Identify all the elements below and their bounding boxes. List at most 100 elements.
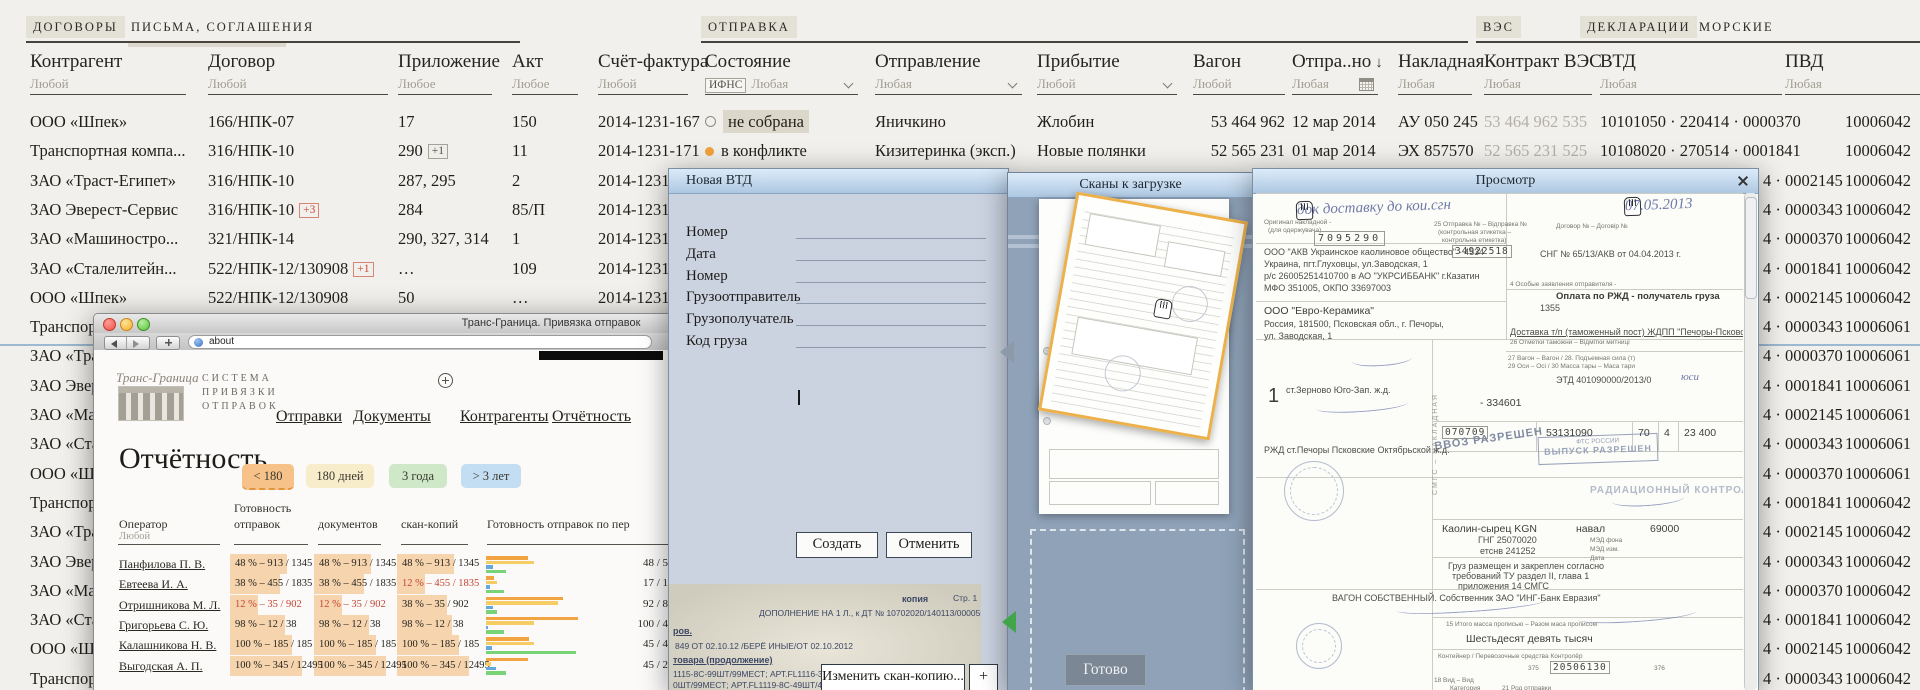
document-text: ЭТД 401090000/2013/0 [1556,375,1651,385]
column-filter[interactable]: Любой [30,76,186,95]
more-badge[interactable]: +1 [353,262,373,277]
document-text: ООО "АКВ Украинское каолиновое общество"… [1264,247,1484,257]
change-scan-button[interactable]: Изменить скан-копию... [821,664,965,690]
column-filter[interactable]: Любая [1398,76,1472,95]
tab-morskie[interactable]: МОРСКИЕ [1692,16,1781,38]
column-filter[interactable]: Любой [1193,76,1285,95]
chip-180-days[interactable]: 180 дней [306,464,374,488]
back-button[interactable] [111,340,117,348]
waybill-document: ФТС РОССИИ ВЫПУСК РАЗРЕШЕН док доставку … [1256,193,1743,690]
readiness-shipments: 100 % – 185 / 185 [235,639,312,650]
scan-text: Стр. 1 [953,593,977,603]
form-field[interactable]: Дата [669,244,1008,264]
field-input[interactable] [796,260,986,261]
sort-desc-icon[interactable]: ↓ [1375,55,1383,71]
column-filter[interactable]: Любая [1484,76,1592,95]
add-document-icon[interactable] [438,373,453,388]
chevron-down-icon[interactable] [1163,79,1173,89]
insert-scan-arrow-icon[interactable] [1002,611,1016,633]
form-field[interactable]: Грузоотправитель [669,287,1008,307]
period-bars [486,576,606,593]
cell-dogovor: 321/НПК-14 [208,229,294,248]
scans-to-upload-window: Сканы к загрузке Готово [1007,172,1254,690]
nav-otpravki[interactable]: Отправки [276,408,342,426]
column-label: Акт [512,51,543,72]
document-text: юси [1681,371,1699,383]
readiness-scans: 100 % – 345 / 12495 [402,660,490,671]
scrollbar-thumb[interactable] [1745,197,1757,299]
column-header: Прибытие Любой [1037,50,1177,95]
form-field[interactable]: Код груза [669,331,1008,351]
add-scan-button[interactable]: + [969,664,998,690]
chip-3-years[interactable]: 3 года [389,464,447,488]
nav-otchetnost[interactable]: Отчётность [552,408,631,426]
field-input[interactable] [796,347,986,348]
operator-link[interactable]: Панфилова П. В. [119,557,205,572]
form-field[interactable]: Номер [669,222,1008,242]
operator-link[interactable]: Евтеева И. А. [119,577,188,592]
more-badge[interactable]: +1 [428,144,448,159]
nav-dokumenty[interactable]: Документы [353,408,431,426]
nav-kontragenty[interactable]: Контрагенты [460,408,548,426]
column-filter[interactable]: Любая [1785,76,1920,95]
column-filter[interactable]: ИФНСЛюбая [705,76,858,95]
document-text: Договор № – Договір № [1556,223,1628,230]
column-filter[interactable]: Любая [1292,76,1378,95]
field-input[interactable] [796,238,986,239]
url-field[interactable]: about [188,335,652,349]
column-label: Отправление [875,51,981,72]
table-row[interactable]: ООО «Шпек» 166/НПК-07 17 150 2014-1231-1… [0,107,1920,136]
operator-link[interactable]: Григорьева С. Ю. [119,618,208,633]
readiness-documents: 100 % – 345 / 12495 [319,660,407,671]
create-button[interactable]: Создать [796,532,878,558]
operator-link[interactable]: Выгодская А. П. [119,659,203,674]
form-field[interactable]: Грузополучатель [669,309,1008,329]
readiness-documents: 98 % – 12 / 38 [319,619,381,630]
cell-akt: 2 [512,166,596,195]
operator-link[interactable]: Калашникова Н. В. [119,638,216,653]
cell-otpravleno-date: 12 мар 2014 [1292,107,1396,136]
chip-more-3-years[interactable]: > 3 лет [461,464,521,488]
operator-link[interactable]: Отришникова М. Л. [119,598,220,613]
column-filter[interactable]: Любое [398,76,492,95]
collapse-arrow-icon[interactable] [1000,341,1014,363]
cancel-button[interactable]: Отменить [886,532,972,558]
preview-titlebar[interactable]: Просмотр [1253,169,1758,194]
tab-dogovory[interactable]: ДОГОВОРЫ [26,16,125,38]
close-icon[interactable] [1736,174,1750,188]
column-filter[interactable]: Любой [1037,76,1177,95]
cell-kontragent: ЗАО «Машиностро... [30,224,202,253]
form-field[interactable]: Номер [669,266,1008,286]
tab-otpravka[interactable]: ОТПРАВКА [701,16,797,38]
tab-deklaracii[interactable]: ДЕКЛАРАЦИИ [1580,16,1697,38]
document-text: 18 Вид – Вид [1434,677,1474,684]
tab-pisma-soglasheniya[interactable]: ПИСЬМА, СОГЛАШЕНИЯ [124,16,321,38]
document-text: требований ТУ раздел II, глава 1 [1452,571,1589,581]
column-header: Договор Любой [208,50,388,95]
forward-button[interactable] [133,340,139,348]
column-filter[interactable]: Любой [208,76,388,95]
more-badge[interactable]: +3 [299,203,319,218]
column-filter[interactable]: Любая [875,76,1022,95]
column-filter[interactable]: Любой [598,76,688,95]
table-row[interactable]: Транспортная компа... 316/НПК-10 290+1 1… [0,136,1920,165]
column-filter[interactable]: Любое [512,76,578,95]
tab-ves[interactable]: ВЭС [1476,16,1521,38]
scans-titlebar[interactable]: Сканы к загрузке [1008,173,1253,198]
column-label: Состояние [705,51,791,72]
cell-pvd: 10006061 [1845,371,1920,400]
field-input[interactable] [796,282,986,283]
chevron-down-icon[interactable] [1008,79,1018,89]
done-button[interactable]: Готово [1065,654,1146,686]
calendar-icon[interactable] [1359,78,1374,91]
operator-filter[interactable]: Любой [119,531,150,542]
new-tab-button[interactable] [156,336,180,350]
chip-less-180[interactable]: < 180 [242,464,294,490]
column-filter[interactable]: Любая [1600,76,1782,95]
field-input[interactable] [796,325,986,326]
cell-prilozhenie: … [398,259,415,278]
field-input[interactable] [796,303,986,304]
chevron-down-icon[interactable] [844,79,854,89]
dialog-titlebar[interactable]: Новая ВТД [669,169,1008,194]
ifns-badge[interactable]: ИФНС [705,78,746,93]
